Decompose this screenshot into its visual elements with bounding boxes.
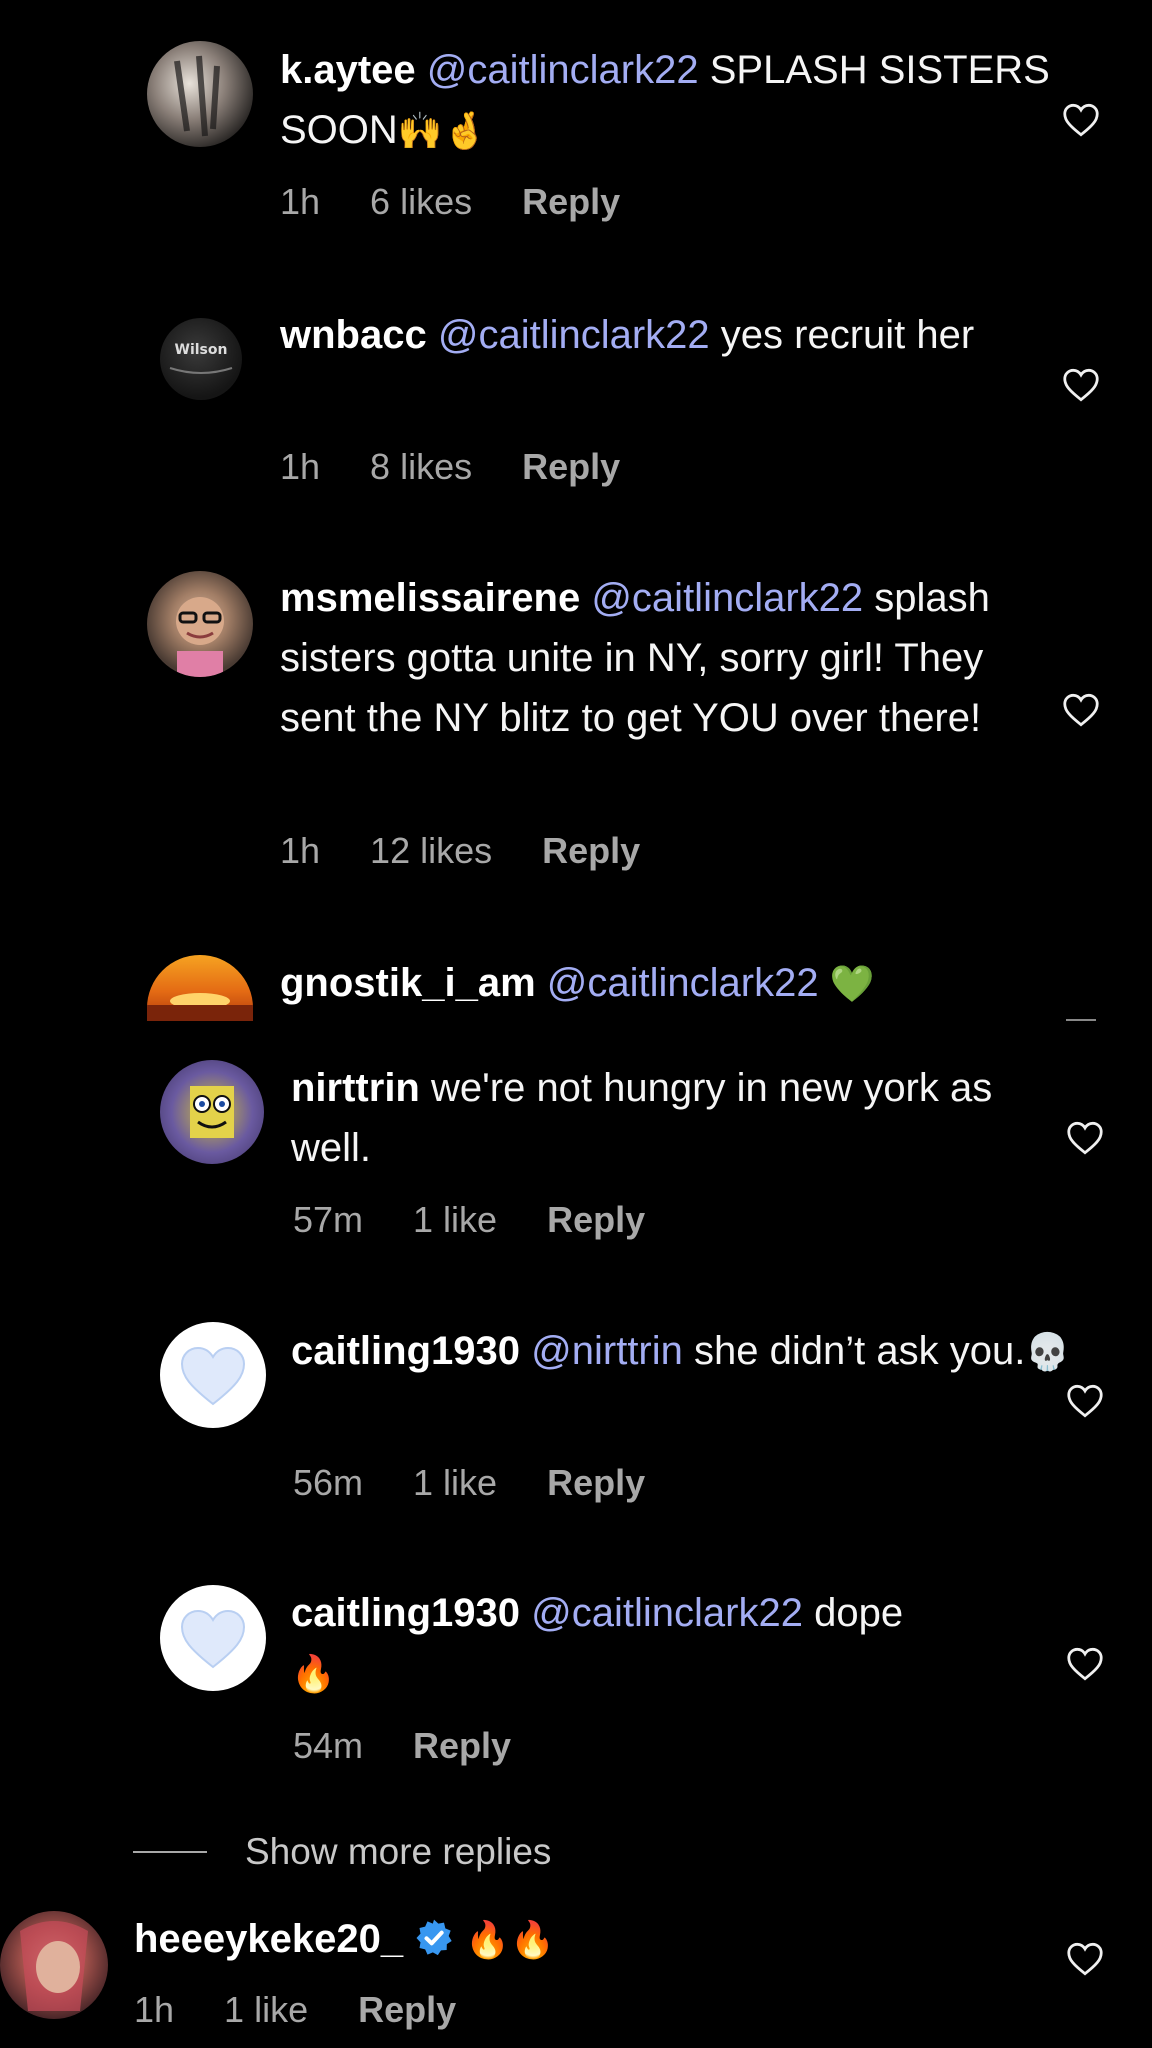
comment-text: msmelissairene @caitlinclark22 splash si… [280, 568, 1060, 748]
mention-link[interactable]: @caitlinclark22 [427, 48, 699, 92]
username[interactable]: k.aytee [280, 48, 416, 92]
avatar-image [174, 55, 220, 137]
divider [133, 1851, 207, 1853]
reply-button[interactable]: Reply [547, 1199, 645, 1240]
username[interactable]: gnostik_i_am [280, 961, 536, 1005]
username[interactable]: caitling1930 [291, 1329, 520, 1373]
avatar[interactable] [147, 571, 253, 677]
username[interactable]: heeeykeke20_ [134, 1917, 403, 1961]
username[interactable]: msmelissairene [280, 576, 580, 620]
like-count[interactable]: 1 like [224, 1989, 308, 2030]
reply-button[interactable]: Reply [542, 830, 640, 871]
timestamp: 1h [280, 830, 321, 871]
comment-meta: 57m 1 like Reply [293, 1199, 695, 1241]
comment-text: heeeykeke20_ 🔥🔥 [134, 1909, 1034, 1971]
avatar[interactable] [147, 955, 253, 1021]
reply-button[interactable]: Reply [547, 1462, 645, 1503]
sunset-image [147, 993, 253, 1021]
heart-icon[interactable] [1066, 1647, 1104, 1681]
timestamp: 1h [134, 1989, 175, 2030]
white-heart-icon [180, 1609, 246, 1669]
comment-text: wnbacc @caitlinclark22 yes recruit her [280, 305, 1060, 365]
like-count[interactable]: 8 likes [370, 446, 472, 487]
comment-meta: 1h 6 likes Reply [280, 181, 670, 223]
skull-emoji: 💀 [1025, 1332, 1071, 1373]
avatar[interactable]: Wilson [160, 318, 242, 400]
comment-text: caitling1930 @nirttrin she didn’t ask yo… [291, 1321, 1071, 1383]
mention-link[interactable]: @caitlinclark22 [531, 1591, 803, 1635]
emoji: 🙌🤞 [397, 111, 488, 152]
comment-body: dope [802, 1591, 904, 1635]
svg-text:Wilson: Wilson [175, 342, 228, 358]
avatar[interactable] [160, 1322, 266, 1428]
verified-badge-icon [416, 1919, 452, 1956]
avatar-image [20, 1921, 88, 2011]
comment-body: yes recruit her [709, 313, 975, 357]
mention-link[interactable]: @nirttrin [531, 1329, 683, 1373]
like-count[interactable]: 1 like [413, 1462, 497, 1503]
heart-icon[interactable] [1066, 1121, 1104, 1155]
comment-text: nirttrin we're not hungry in new york as… [291, 1058, 1071, 1178]
username[interactable]: wnbacc [280, 313, 427, 357]
divider [1066, 1019, 1096, 1021]
comment-meta: 54m Reply [293, 1725, 561, 1767]
like-count[interactable]: 1 like [413, 1199, 497, 1240]
heart-icon[interactable] [1066, 1942, 1104, 1976]
mention-link[interactable]: @caitlinclark22 [591, 576, 863, 620]
avatar[interactable] [147, 41, 253, 147]
timestamp: 56m [293, 1462, 364, 1503]
avatar-image [176, 597, 224, 677]
like-count[interactable]: 6 likes [370, 181, 472, 222]
avatar[interactable] [160, 1060, 264, 1164]
avatar[interactable] [0, 1911, 108, 2019]
timestamp: 1h [280, 446, 321, 487]
heart-icon[interactable] [1062, 103, 1100, 137]
reply-button[interactable]: Reply [358, 1989, 456, 2030]
comment-text: k.aytee @caitlinclark22 SPLASH SISTERS S… [280, 40, 1060, 162]
mention-link[interactable]: @caitlinclark22 [438, 313, 710, 357]
like-count[interactable]: 12 likes [370, 830, 492, 871]
username[interactable]: nirttrin [291, 1066, 420, 1110]
basketball-logo-icon: Wilson [169, 342, 233, 374]
heart-icon[interactable] [1062, 368, 1100, 402]
mention-link[interactable]: @caitlinclark22 [547, 961, 819, 1005]
username[interactable]: caitling1930 [291, 1591, 520, 1635]
comment-meta: 56m 1 like Reply [293, 1462, 695, 1504]
timestamp: 57m [293, 1199, 364, 1240]
timestamp: 1h [280, 181, 321, 222]
reply-button[interactable]: Reply [413, 1725, 511, 1766]
reply-button[interactable]: Reply [522, 181, 620, 222]
timestamp: 54m [293, 1725, 364, 1766]
comment-text: caitling1930 @caitlinclark22 dope 🔥 [291, 1583, 1071, 1705]
fire-emoji: 🔥🔥 [465, 1920, 556, 1961]
show-more-replies[interactable]: Show more replies [133, 1831, 551, 1873]
avatar-image [190, 1086, 234, 1138]
green-heart-emoji: 💚 [829, 964, 875, 1005]
comment-meta: 1h 1 like Reply [134, 1989, 506, 2031]
white-heart-icon [180, 1346, 246, 1406]
heart-icon[interactable] [1066, 1384, 1104, 1418]
avatar[interactable] [160, 1585, 266, 1691]
comment-text: gnostik_i_am @caitlinclark22 💚 [280, 953, 1100, 1015]
reply-button[interactable]: Reply [522, 446, 620, 487]
comment-meta: 1h 8 likes Reply [280, 446, 670, 488]
show-more-label: Show more replies [245, 1831, 552, 1872]
comment-meta: 1h 12 likes Reply [280, 830, 690, 872]
fire-emoji: 🔥 [291, 1654, 336, 1695]
heart-icon[interactable] [1062, 693, 1100, 727]
comment-body: she didn’t ask you. [682, 1329, 1026, 1373]
